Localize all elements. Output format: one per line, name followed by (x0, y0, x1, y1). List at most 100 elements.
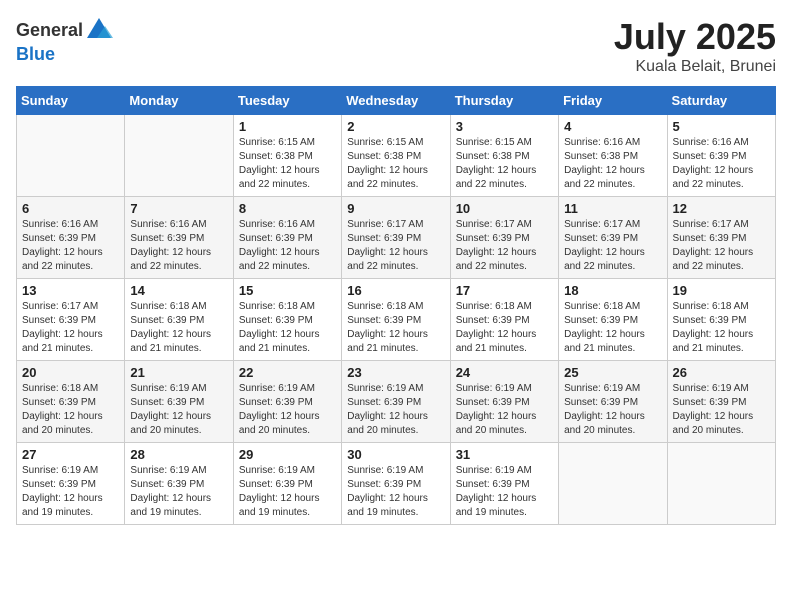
day-number: 21 (130, 365, 227, 380)
calendar-cell (17, 115, 125, 197)
day-number: 5 (673, 119, 770, 134)
calendar-cell: 18Sunrise: 6:18 AMSunset: 6:39 PMDayligh… (559, 279, 667, 361)
calendar-cell (667, 443, 775, 525)
day-number: 8 (239, 201, 336, 216)
logo-icon (85, 16, 113, 44)
title-area: July 2025 Kuala Belait, Brunei (614, 16, 776, 76)
calendar-cell: 9Sunrise: 6:17 AMSunset: 6:39 PMDaylight… (342, 197, 450, 279)
day-number: 26 (673, 365, 770, 380)
day-info: Sunrise: 6:19 AMSunset: 6:39 PMDaylight:… (239, 464, 336, 520)
day-info: Sunrise: 6:16 AMSunset: 6:39 PMDaylight:… (673, 136, 770, 192)
calendar-cell: 29 Sunrise: 6:19 AMSunset: 6:39 PMDayligh… (233, 443, 341, 525)
day-number: 31 (456, 447, 553, 462)
week-row-1: 1Sunrise: 6:15 AMSunset: 6:38 PMDaylight… (17, 115, 776, 197)
day-info: Sunrise: 6:19 AMSunset: 6:39 PMDaylight:… (347, 464, 444, 520)
day-info: Sunrise: 6:19 AMSunset: 6:39 PMDaylight:… (130, 382, 227, 438)
month-title: July 2025 (614, 16, 776, 58)
day-number: 18 (564, 283, 661, 298)
day-number: 11 (564, 201, 661, 216)
day-info: Sunrise: 6:18 AMSunset: 6:39 PMDaylight:… (347, 300, 444, 356)
day-number: 10 (456, 201, 553, 216)
weekday-header-row: SundayMondayTuesdayWednesdayThursdayFrid… (17, 87, 776, 115)
weekday-header-friday: Friday (559, 87, 667, 115)
calendar-cell (559, 443, 667, 525)
day-number: 22 (239, 365, 336, 380)
day-number: 28 (130, 447, 227, 462)
header: General Blue July 2025 Kuala Belait, Bru… (16, 16, 776, 76)
day-number: 7 (130, 201, 227, 216)
day-number: 17 (456, 283, 553, 298)
weekday-header-monday: Monday (125, 87, 233, 115)
day-info: Sunrise: 6:18 AMSunset: 6:39 PMDaylight:… (456, 300, 553, 356)
day-number: 4 (564, 119, 661, 134)
week-row-5: 27 Sunrise: 6:19 AMSunset: 6:39 PMDayligh… (17, 443, 776, 525)
day-info: Sunrise: 6:19 AMSunset: 6:39 PMDaylight:… (456, 382, 553, 438)
day-number: 14 (130, 283, 227, 298)
day-number: 3 (456, 119, 553, 134)
day-number: 27 (22, 447, 119, 462)
calendar-cell: 23 Sunrise: 6:19 AMSunset: 6:39 PMDayligh… (342, 361, 450, 443)
calendar-cell: 11 Sunrise: 6:17 AMSunset: 6:39 PMDayligh… (559, 197, 667, 279)
day-number: 30 (347, 447, 444, 462)
day-info: Sunrise: 6:19 AMSunset: 6:39 PMDaylight:… (456, 464, 553, 520)
calendar-cell: 2Sunrise: 6:15 AMSunset: 6:38 PMDaylight… (342, 115, 450, 197)
week-row-4: 20Sunrise: 6:18 AMSunset: 6:39 PMDayligh… (17, 361, 776, 443)
day-info: Sunrise: 6:19 AMSunset: 6:39 PMDaylight:… (22, 464, 119, 520)
calendar-cell: 10 Sunrise: 6:17 AMSunset: 6:39 PMDayligh… (450, 197, 558, 279)
weekday-header-thursday: Thursday (450, 87, 558, 115)
week-row-2: 6Sunrise: 6:16 AMSunset: 6:39 PMDaylight… (17, 197, 776, 279)
day-info: Sunrise: 6:15 AMSunset: 6:38 PMDaylight:… (239, 136, 336, 192)
calendar-cell: 27 Sunrise: 6:19 AMSunset: 6:39 PMDayligh… (17, 443, 125, 525)
day-info: Sunrise: 6:17 AMSunset: 6:39 PMDaylight:… (347, 218, 444, 274)
calendar-cell (125, 115, 233, 197)
calendar-cell: 14 Sunrise: 6:18 AMSunset: 6:39 PMDayligh… (125, 279, 233, 361)
day-info: Sunrise: 6:19 AMSunset: 6:39 PMDaylight:… (347, 382, 444, 438)
calendar-cell: 25Sunrise: 6:19 AMSunset: 6:39 PMDayligh… (559, 361, 667, 443)
weekday-header-sunday: Sunday (17, 87, 125, 115)
day-info: Sunrise: 6:16 AMSunset: 6:39 PMDaylight:… (239, 218, 336, 274)
day-info: Sunrise: 6:18 AMSunset: 6:39 PMDaylight:… (130, 300, 227, 356)
calendar-cell: 13 Sunrise: 6:17 AMSunset: 6:39 PMDayligh… (17, 279, 125, 361)
day-info: Sunrise: 6:17 AMSunset: 6:39 PMDaylight:… (564, 218, 661, 274)
day-info: Sunrise: 6:17 AMSunset: 6:39 PMDaylight:… (456, 218, 553, 274)
day-info: Sunrise: 6:19 AMSunset: 6:39 PMDaylight:… (130, 464, 227, 520)
day-info: Sunrise: 6:16 AMSunset: 6:39 PMDaylight:… (130, 218, 227, 274)
weekday-header-wednesday: Wednesday (342, 87, 450, 115)
calendar-cell: 30 Sunrise: 6:19 AMSunset: 6:39 PMDayligh… (342, 443, 450, 525)
weekday-header-saturday: Saturday (667, 87, 775, 115)
calendar: SundayMondayTuesdayWednesdayThursdayFrid… (16, 86, 776, 525)
day-info: Sunrise: 6:18 AMSunset: 6:39 PMDaylight:… (673, 300, 770, 356)
day-number: 29 (239, 447, 336, 462)
weekday-header-tuesday: Tuesday (233, 87, 341, 115)
day-info: Sunrise: 6:15 AMSunset: 6:38 PMDaylight:… (456, 136, 553, 192)
day-info: Sunrise: 6:18 AMSunset: 6:39 PMDaylight:… (239, 300, 336, 356)
day-info: Sunrise: 6:17 AMSunset: 6:39 PMDaylight:… (22, 300, 119, 356)
day-number: 25 (564, 365, 661, 380)
day-info: Sunrise: 6:19 AMSunset: 6:39 PMDaylight:… (673, 382, 770, 438)
calendar-cell: 1Sunrise: 6:15 AMSunset: 6:38 PMDaylight… (233, 115, 341, 197)
logo: General Blue (16, 16, 113, 65)
location-title: Kuala Belait, Brunei (614, 58, 776, 76)
day-info: Sunrise: 6:16 AMSunset: 6:38 PMDaylight:… (564, 136, 661, 192)
calendar-cell: 15 Sunrise: 6:18 AMSunset: 6:39 PMDayligh… (233, 279, 341, 361)
calendar-cell: 22 Sunrise: 6:19 AMSunset: 6:39 PMDayligh… (233, 361, 341, 443)
calendar-cell: 8 Sunrise: 6:16 AMSunset: 6:39 PMDaylight… (233, 197, 341, 279)
day-info: Sunrise: 6:16 AMSunset: 6:39 PMDaylight:… (22, 218, 119, 274)
day-number: 12 (673, 201, 770, 216)
day-number: 15 (239, 283, 336, 298)
calendar-cell: 17 Sunrise: 6:18 AMSunset: 6:39 PMDayligh… (450, 279, 558, 361)
day-info: Sunrise: 6:19 AMSunset: 6:39 PMDaylight:… (239, 382, 336, 438)
day-number: 16 (347, 283, 444, 298)
calendar-cell: 6Sunrise: 6:16 AMSunset: 6:39 PMDaylight… (17, 197, 125, 279)
calendar-cell: 7 Sunrise: 6:16 AMSunset: 6:39 PMDaylight… (125, 197, 233, 279)
calendar-cell: 3 Sunrise: 6:15 AMSunset: 6:38 PMDaylight… (450, 115, 558, 197)
day-number: 13 (22, 283, 119, 298)
calendar-cell: 28 Sunrise: 6:19 AMSunset: 6:39 PMDayligh… (125, 443, 233, 525)
day-number: 2 (347, 119, 444, 134)
calendar-cell: 19 Sunrise: 6:18 AMSunset: 6:39 PMDayligh… (667, 279, 775, 361)
day-info: Sunrise: 6:18 AMSunset: 6:39 PMDaylight:… (22, 382, 119, 438)
logo-general-text: General (16, 20, 83, 41)
day-number: 24 (456, 365, 553, 380)
day-number: 23 (347, 365, 444, 380)
day-number: 19 (673, 283, 770, 298)
